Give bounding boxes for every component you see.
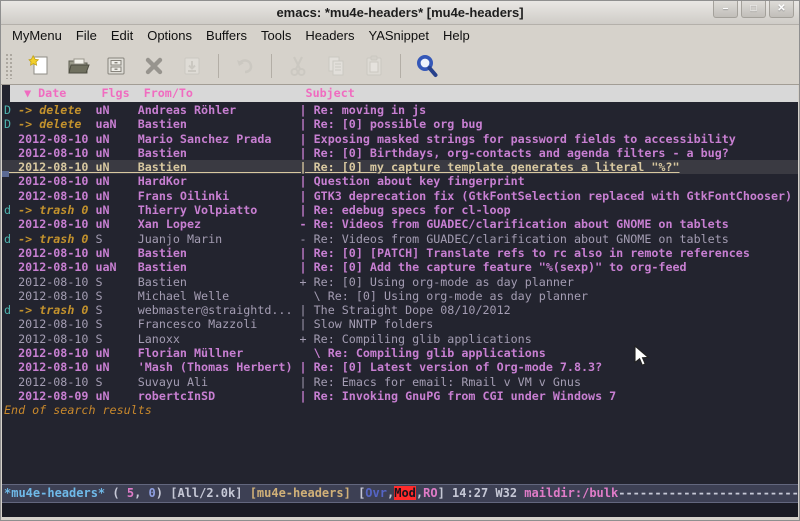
toolbar-separator (218, 54, 219, 78)
modeline-segment: [ (351, 486, 365, 500)
message-row[interactable]: D -> delete uN Andreas Röhler | Re: movi… (2, 103, 798, 117)
modeline-segment: ] 14:27 W32 (438, 486, 525, 500)
message-row[interactable]: 2012-08-10 S Suvayu Ali | Re: Emacs for … (2, 375, 798, 389)
echo-area[interactable] (2, 503, 798, 517)
window-title: emacs: *mu4e-headers* [mu4e-headers] (1, 1, 799, 24)
titlebar[interactable]: emacs: *mu4e-headers* [mu4e-headers] –□✕ (1, 1, 799, 25)
open-folder-button[interactable] (62, 51, 94, 81)
open-folder-icon (66, 54, 90, 78)
message-row[interactable]: 2012-08-10 uN 'Mash (Thomas Herbert) | R… (2, 360, 798, 374)
paste-icon (362, 54, 386, 78)
modeline-segment: [mu4e-headers] (250, 486, 351, 500)
menubar: MyMenuFileEditOptionsBuffersToolsHeaders… (1, 25, 799, 47)
undo-button[interactable] (229, 51, 261, 81)
undo-icon (233, 54, 257, 78)
message-row[interactable]: 2012-08-10 uN Bastien | Re: [0] Birthday… (2, 146, 798, 160)
toolbar (1, 47, 799, 85)
toolbar-separator (271, 54, 272, 78)
maximize-button[interactable]: □ (741, 1, 766, 18)
copy-button[interactable] (320, 51, 352, 81)
save-archive-icon (104, 54, 128, 78)
minimize-button[interactable]: – (713, 1, 738, 18)
search-button[interactable] (411, 51, 443, 81)
message-row[interactable]: 2012-08-10 uaN Bastien | Re: [0] Add the… (2, 260, 798, 274)
menu-item-buffers[interactable]: Buffers (199, 25, 254, 47)
message-row[interactable]: 2012-08-10 uN Frans Oilinki | GTK3 depre… (2, 189, 798, 203)
end-of-search-results: End of search results (2, 403, 798, 417)
emacs-window: emacs: *mu4e-headers* [mu4e-headers] –□✕… (0, 0, 800, 521)
modeline: *mu4e-headers* ( 5, 0) [All/2.0k] [mu4e-… (2, 484, 798, 503)
message-row[interactable]: D -> delete uaN Bastien | Re: [0] possib… (2, 117, 798, 131)
menu-item-options[interactable]: Options (140, 25, 199, 47)
copy-icon (324, 54, 348, 78)
paste-button[interactable] (358, 51, 390, 81)
message-row[interactable]: 2012-08-09 uN robertcInSD | Re: Invoking… (2, 389, 798, 403)
menu-item-file[interactable]: File (69, 25, 104, 47)
message-row[interactable]: d -> trash 0 S Juanjo Marin - Re: Videos… (2, 232, 798, 246)
window-controls: –□✕ (713, 1, 794, 18)
menu-item-yasnippet[interactable]: YASnippet (361, 25, 435, 47)
message-row[interactable]: d -> trash 0 S webmaster@straightd... | … (2, 303, 798, 317)
close-icon (142, 54, 166, 78)
modeline-segment: Mod (394, 486, 416, 500)
message-row[interactable]: 2012-08-10 uN Xan Lopez - Re: Videos fro… (2, 217, 798, 231)
message-row[interactable]: 2012-08-10 uN Florian Müllner \ Re: Comp… (2, 346, 798, 360)
modeline-segment: , (134, 486, 148, 500)
save-as-icon (180, 54, 204, 78)
message-row[interactable]: 2012-08-10 uN Bastien | Re: [0] my captu… (2, 160, 798, 174)
menu-item-tools[interactable]: Tools (254, 25, 298, 47)
cut-button[interactable] (282, 51, 314, 81)
modeline-segment: Ovr (365, 486, 387, 500)
close-button[interactable]: ✕ (769, 1, 794, 18)
mouse-cursor (634, 345, 650, 367)
toolbar-drag-handle[interactable] (5, 53, 14, 79)
message-row[interactable]: 2012-08-10 S Francesco Mazzoli | Slow NN… (2, 317, 798, 331)
modeline-segment: 0 (149, 486, 156, 500)
menu-item-headers[interactable]: Headers (298, 25, 361, 47)
modeline-segment: ) [All/2.0k] (156, 486, 250, 500)
new-file-button[interactable] (24, 51, 56, 81)
menu-item-edit[interactable]: Edit (104, 25, 140, 47)
menu-item-help[interactable]: Help (436, 25, 477, 47)
toolbar-separator (400, 54, 401, 78)
new-file-icon (28, 54, 52, 78)
modeline-segment: RO (423, 486, 437, 500)
headers-column-header[interactable]: ▼ Date Flgs From/To Subject (10, 85, 798, 102)
message-list: D -> delete uN Andreas Röhler | Re: movi… (2, 102, 798, 484)
modeline-segment: 5 (127, 486, 134, 500)
cut-icon (286, 54, 310, 78)
menu-item-mymenu[interactable]: MyMenu (5, 25, 69, 47)
message-row[interactable]: 2012-08-10 uN Mario Sanchez Prada | Expo… (2, 132, 798, 146)
mu4e-headers-buffer: ▼ Date Flgs From/To Subject D -> delete … (2, 85, 798, 517)
modeline-segment: maildir:/bulk (524, 486, 618, 500)
message-row[interactable]: 2012-08-10 S Bastien + Re: [0] Using org… (2, 275, 798, 289)
message-row[interactable]: 2012-08-10 uN Bastien | Re: [0] [PATCH] … (2, 246, 798, 260)
search-icon (414, 53, 440, 79)
message-row[interactable]: d -> trash 0 uN Thierry Volpiatto | Re: … (2, 203, 798, 217)
message-row[interactable]: 2012-08-10 S Lanoxx + Re: Compiling glib… (2, 332, 798, 346)
message-row[interactable]: 2012-08-10 uN HardKor | Question about k… (2, 174, 798, 188)
modeline-segment: -------------------------------- (618, 486, 798, 500)
save-archive-button[interactable] (100, 51, 132, 81)
save-as-button[interactable] (176, 51, 208, 81)
message-row[interactable]: 2012-08-10 S Michael Welle \ Re: [0] Usi… (2, 289, 798, 303)
close-buffer-button[interactable] (138, 51, 170, 81)
modeline-segment: ( (105, 486, 127, 500)
modeline-segment: *mu4e-headers* (4, 486, 105, 500)
